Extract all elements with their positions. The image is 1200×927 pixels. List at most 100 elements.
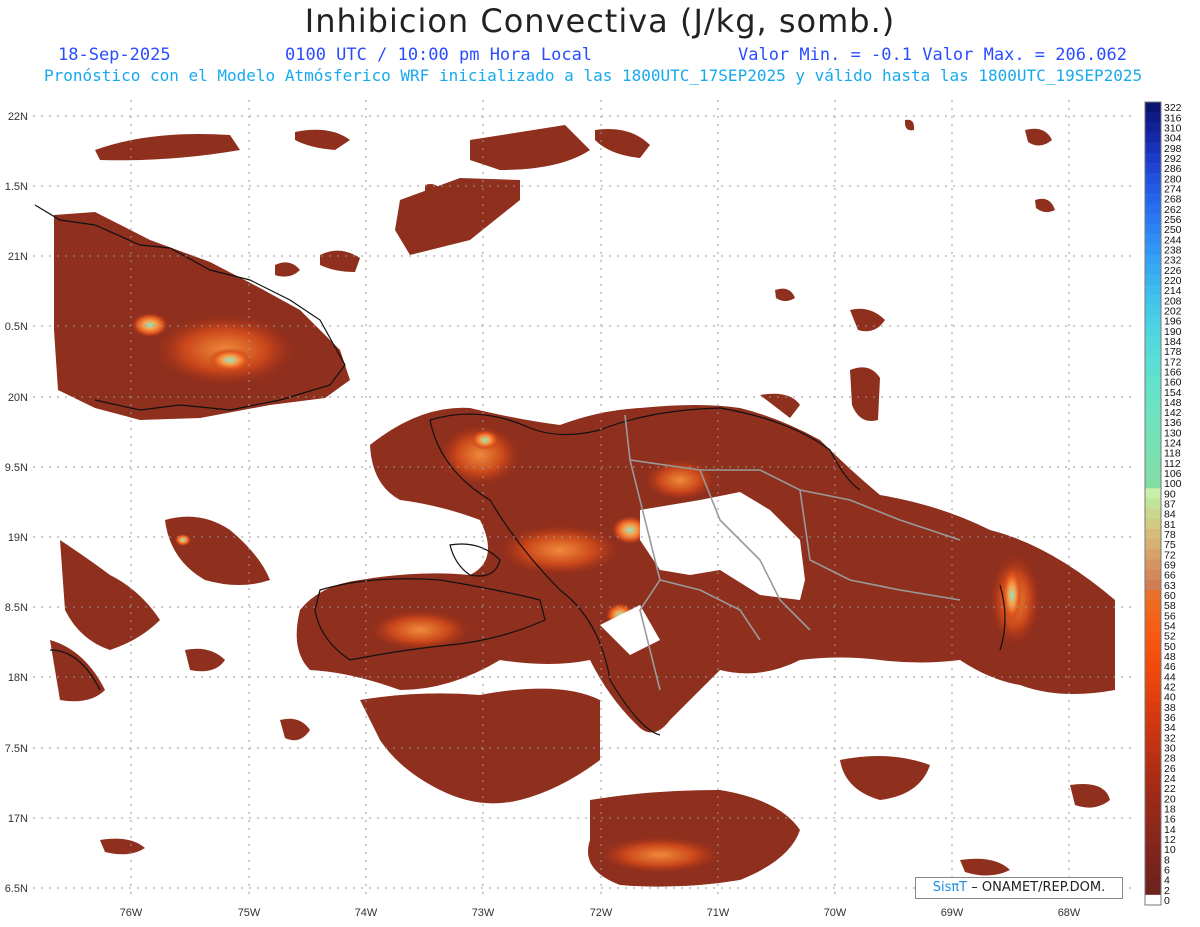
- color-bar-swatch: [1145, 305, 1161, 316]
- lat-label: 20N: [8, 392, 28, 404]
- color-bar-swatch: [1145, 518, 1161, 530]
- color-bar-swatch: [1145, 223, 1161, 235]
- color-bar-swatch: [1145, 315, 1161, 326]
- lat-label: 17N: [8, 813, 28, 825]
- lon-label: 75W: [238, 907, 261, 919]
- color-bar-swatch: [1145, 874, 1161, 885]
- color-bar-swatch: [1145, 427, 1161, 438]
- color-bar-swatch: [1145, 457, 1161, 469]
- color-bar-swatch: [1145, 844, 1161, 855]
- lon-label: 74W: [355, 907, 378, 919]
- color-bar-swatch: [1145, 803, 1161, 814]
- lat-label: 1.5N: [5, 181, 28, 193]
- color-bar-swatch: [1145, 417, 1161, 428]
- color-bar-swatch: [1145, 894, 1161, 906]
- color-bar-swatch: [1145, 254, 1161, 265]
- color-bar-swatch: [1145, 691, 1161, 703]
- onamet-credit: – ONAMET/REP.DOM.: [971, 880, 1106, 895]
- color-bar-label: 0: [1164, 895, 1170, 907]
- color-bar-swatch: [1145, 681, 1161, 692]
- color-bar-swatch: [1145, 772, 1161, 784]
- color-bar-swatch: [1145, 193, 1161, 204]
- color-bar-swatch: [1145, 508, 1161, 520]
- color-bar-swatch: [1145, 274, 1161, 286]
- lon-label: 73W: [472, 907, 495, 919]
- color-bar-swatch: [1145, 650, 1161, 662]
- color-bar-swatch: [1145, 264, 1161, 276]
- color-bar-swatch: [1145, 244, 1161, 255]
- color-bar-swatch: [1145, 467, 1161, 479]
- lat-labels: 22N 1.5N 21N 0.5N 20N 9.5N 19N 8.5N 18N …: [5, 111, 28, 895]
- color-bar-swatch: [1145, 498, 1161, 509]
- color-bar-swatch: [1145, 335, 1161, 347]
- color-bar-swatch: [1145, 793, 1161, 804]
- color-bar-swatch: [1145, 396, 1161, 408]
- color-bar-swatch: [1145, 112, 1161, 123]
- color-bar-swatch: [1145, 478, 1161, 489]
- color-bar-swatch: [1145, 213, 1161, 225]
- color-bar-swatch: [1145, 610, 1161, 621]
- color-bar-swatch: [1145, 620, 1161, 631]
- color-bar-swatch: [1145, 752, 1161, 763]
- color-bar-swatch: [1145, 569, 1161, 581]
- color-bar-swatch: [1145, 823, 1161, 835]
- lon-label: 71W: [707, 907, 730, 919]
- lat-label: 8.5N: [5, 602, 28, 614]
- color-bar-swatch: [1145, 854, 1161, 865]
- color-bar-swatch: [1145, 742, 1161, 753]
- lon-label: 70W: [824, 907, 847, 919]
- color-bar-swatch: [1145, 701, 1161, 713]
- color-bar-swatch: [1145, 122, 1161, 133]
- color-bar-swatch: [1145, 661, 1161, 672]
- color-bar-swatch: [1145, 600, 1161, 611]
- color-bar-swatch: [1145, 864, 1161, 875]
- lon-label: 76W: [120, 907, 143, 919]
- credit-box: SisπT – ONAMET/REP.DOM.: [915, 877, 1123, 899]
- color-bar-swatch: [1145, 671, 1161, 682]
- color-bar-swatch: [1145, 203, 1161, 215]
- lon-label: 68W: [1058, 907, 1081, 919]
- lon-label: 69W: [941, 907, 964, 919]
- color-bar-swatch: [1145, 559, 1161, 570]
- color-bar-swatch: [1145, 356, 1161, 367]
- color-bar-swatch: [1145, 376, 1161, 387]
- sispi-logo: SisπT: [932, 880, 968, 895]
- color-bar-swatch: [1145, 783, 1161, 794]
- color-bar-swatch: [1145, 162, 1161, 174]
- color-bar-swatch: [1145, 762, 1161, 774]
- color-bar-swatch: [1145, 640, 1161, 652]
- lat-label: 6.5N: [5, 883, 28, 895]
- lon-label: 72W: [590, 907, 613, 919]
- color-bar-swatch: [1145, 366, 1161, 377]
- color-bar-swatch: [1145, 711, 1161, 723]
- color-bar-swatch: [1145, 589, 1161, 601]
- color-bar-swatch: [1145, 884, 1161, 896]
- lat-label: 22N: [8, 111, 28, 123]
- color-bar-swatch: [1145, 173, 1161, 184]
- color-bar-swatch: [1145, 833, 1161, 845]
- color-bar-swatch: [1145, 132, 1161, 143]
- color-bar-swatch: [1145, 437, 1161, 448]
- lat-label: 9.5N: [5, 462, 28, 474]
- lat-label: 21N: [8, 251, 28, 263]
- color-bar-swatch: [1145, 234, 1161, 245]
- color-bar-swatch: [1145, 345, 1161, 357]
- lat-label: 18N: [8, 672, 28, 684]
- lon-labels: 76W 75W 74W 73W 72W 71W 70W 69W 68W: [120, 907, 1081, 919]
- lat-label: 0.5N: [5, 321, 28, 333]
- color-bar-swatch: [1145, 630, 1161, 642]
- color-bar-swatch: [1145, 528, 1161, 540]
- color-bar-swatch: [1145, 447, 1161, 459]
- color-bar-swatch: [1145, 386, 1161, 398]
- color-bar-swatch: [1145, 722, 1161, 733]
- color-bar-swatch: [1145, 183, 1161, 194]
- color-bar-swatch: [1145, 152, 1161, 164]
- color-bar-swatch: [1145, 102, 1161, 113]
- color-bar-swatch: [1145, 579, 1161, 591]
- color-bar-swatch: [1145, 406, 1161, 418]
- color-bar-swatch: [1145, 488, 1161, 499]
- map-figure: 22N 1.5N 21N 0.5N 20N 9.5N 19N 8.5N 18N …: [5, 100, 1182, 919]
- color-bar-swatch: [1145, 284, 1161, 296]
- color-bar: 3223163103042982922862802742682622562502…: [1144, 101, 1182, 907]
- color-bar-swatch: [1145, 295, 1161, 306]
